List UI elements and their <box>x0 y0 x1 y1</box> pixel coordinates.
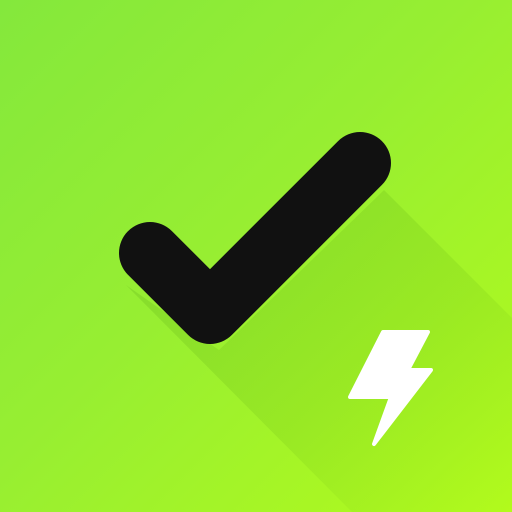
app-icon <box>0 0 512 512</box>
icon-artwork <box>119 132 512 512</box>
